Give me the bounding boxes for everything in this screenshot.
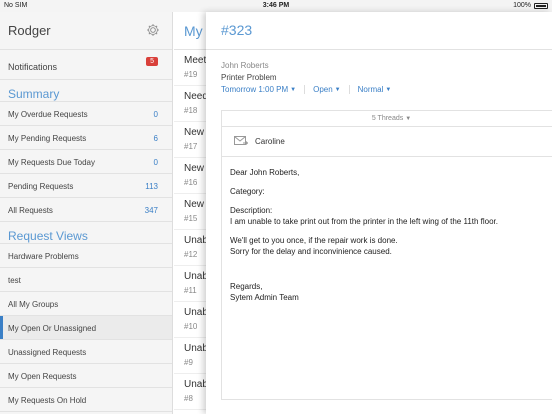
- conversation-thread: 5 Threads ▼ Caroline Dear John Roberts, …: [221, 110, 552, 400]
- battery-percent: 100%: [513, 2, 531, 9]
- message-line: We'll get to you once, if the repair wor…: [230, 236, 398, 245]
- list-item-title: New: [184, 199, 205, 210]
- chevron-down-icon: ▼: [334, 86, 341, 93]
- list-item-title: Meet: [184, 55, 207, 66]
- sidebar-item-label: Pending Requests: [8, 182, 74, 191]
- list-item-title: Unab: [184, 379, 208, 390]
- sidebar-item-my-overdue[interactable]: My Overdue Requests 0: [0, 102, 172, 126]
- message-body: Dear John Roberts, Category: Description…: [222, 157, 552, 313]
- sidebar-item-my-open-requests[interactable]: My Open Requests: [0, 364, 172, 388]
- request-properties: Tomorrow 1:00 PM ▼ Open ▼ Normal ▼: [221, 85, 407, 94]
- list-item-title: New: [184, 163, 205, 174]
- request-list-title: My: [184, 23, 203, 39]
- message-description-label: Description:: [230, 206, 273, 215]
- sidebar-item-count: 347: [144, 206, 158, 215]
- clock: 3:46 PM: [262, 2, 290, 9]
- request-id: #323: [221, 22, 253, 38]
- sidebar-item-label: My Open Or Unassigned: [8, 324, 97, 333]
- status-bar: No SIM 3:46 PM 100%: [0, 0, 552, 12]
- sidebar-item-my-open-or-unassigned[interactable]: My Open Or Unassigned: [0, 316, 172, 340]
- sidebar-item-count: 113: [145, 182, 158, 191]
- list-item-number: #18: [184, 106, 198, 115]
- list-item-number: #10: [184, 322, 198, 331]
- sidebar-item-my-pending[interactable]: My Pending Requests 6: [0, 126, 172, 150]
- notifications-label: Notifications: [8, 62, 58, 72]
- message-greeting: Dear John Roberts,: [230, 168, 300, 177]
- sidebar-item-hardware-problems[interactable]: Hardware Problems: [0, 244, 172, 268]
- threads-count: 5 Threads: [371, 115, 404, 122]
- list-item-number: #11: [184, 286, 197, 295]
- sidebar-item-all-requests[interactable]: All Requests 347: [0, 198, 172, 222]
- sidebar-item-label: My Overdue Requests: [8, 110, 88, 119]
- requester-name: John Roberts: [221, 61, 269, 70]
- sidebar-item-label: My Requests On Hold: [8, 396, 87, 405]
- gear-icon[interactable]: [146, 23, 160, 37]
- request-subject: Printer Problem: [221, 73, 277, 82]
- sidebar-item-label: All My Groups: [8, 300, 59, 309]
- list-item-number: #9: [184, 358, 193, 367]
- due-date-value: Tomorrow 1:00 PM: [221, 85, 289, 94]
- summary-title: Summary: [8, 87, 60, 101]
- sidebar-item-due-today[interactable]: My Requests Due Today 0: [0, 150, 172, 174]
- sidebar-item-label: My Pending Requests: [8, 134, 87, 143]
- sidebar-item-test[interactable]: test: [0, 268, 172, 292]
- sidebar-header: Rodger: [0, 12, 172, 50]
- sidebar-item-label: Hardware Problems: [8, 252, 79, 261]
- request-detail-header: #323: [206, 12, 552, 50]
- list-item-number: #17: [184, 142, 198, 151]
- status-dropdown[interactable]: Open ▼: [313, 85, 350, 94]
- message-signature: Sytem Admin Team: [230, 293, 299, 302]
- due-date-dropdown[interactable]: Tomorrow 1:00 PM ▼: [221, 85, 306, 94]
- priority-value: Normal: [357, 85, 384, 94]
- sidebar-item-all-my-groups[interactable]: All My Groups: [0, 292, 172, 316]
- chevron-down-icon: ▼: [405, 116, 412, 122]
- mail-icon: [234, 136, 248, 145]
- sidebar-item-label: My Open Requests: [8, 372, 77, 381]
- list-item-number: #15: [184, 214, 198, 223]
- sidebar-item-notifications[interactable]: Notifications 5: [0, 50, 172, 80]
- sidebar-item-count: 0: [153, 158, 158, 167]
- status-value: Open: [313, 85, 333, 94]
- message-line: Sorry for the delay and inconvinience ca…: [230, 247, 392, 256]
- sidebar-item-count: 6: [153, 134, 158, 143]
- sidebar-item-label: Unassigned Requests: [8, 348, 87, 357]
- priority-dropdown[interactable]: Normal ▼: [358, 85, 400, 94]
- battery-indicator: 100%: [513, 2, 548, 9]
- sidebar-item-label: All Requests: [8, 206, 53, 215]
- request-views-title: Request Views: [8, 229, 88, 243]
- sender-name: Caroline: [255, 137, 285, 146]
- list-item-title: Unab: [184, 271, 208, 282]
- summary-section-header: Summary: [0, 80, 172, 102]
- list-item-title: Unab: [184, 343, 208, 354]
- chevron-down-icon: ▼: [290, 86, 297, 93]
- list-item-number: #8: [184, 394, 193, 403]
- list-item-title: Need: [184, 91, 208, 102]
- request-detail-pane: #323 John Roberts Printer Problem Tomorr…: [206, 12, 552, 414]
- list-item-number: #19: [184, 70, 198, 79]
- message-category: Category:: [230, 187, 265, 196]
- message-description: I am unable to take print out from the p…: [230, 217, 499, 226]
- threads-toggle[interactable]: 5 Threads ▼: [222, 111, 552, 127]
- sidebar-item-label: My Requests Due Today: [8, 158, 96, 167]
- user-name: Rodger: [8, 23, 51, 38]
- notifications-badge: 5: [146, 57, 158, 66]
- battery-icon: [534, 2, 548, 9]
- sidebar: Rodger Notifications 5 Summary My Overdu…: [0, 12, 173, 414]
- sidebar-item-label: test: [8, 276, 21, 285]
- list-item-number: #12: [184, 250, 198, 259]
- sidebar-item-pending[interactable]: Pending Requests 113: [0, 174, 172, 198]
- sidebar-item-my-requests-on-hold[interactable]: My Requests On Hold: [0, 388, 172, 412]
- request-views-section-header: Request Views: [0, 222, 172, 244]
- message-regards: Regards,: [230, 282, 263, 291]
- list-item-number: #16: [184, 178, 198, 187]
- sidebar-item-count: 0: [153, 110, 158, 119]
- list-item-title: Unab: [184, 307, 208, 318]
- list-item-title: Unab: [184, 235, 208, 246]
- message-sender-row: Caroline: [222, 127, 552, 157]
- sidebar-item-unassigned-requests[interactable]: Unassigned Requests: [0, 340, 172, 364]
- list-item-title: New: [184, 127, 205, 138]
- chevron-down-icon: ▼: [385, 86, 392, 93]
